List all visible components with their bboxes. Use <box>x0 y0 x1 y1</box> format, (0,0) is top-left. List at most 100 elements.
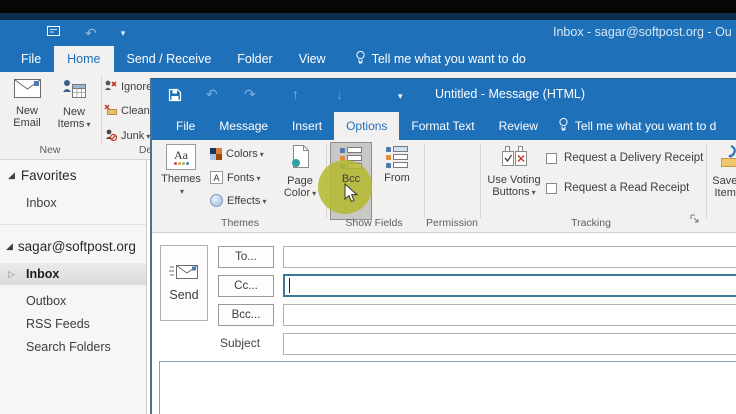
tab-options[interactable]: Options <box>334 112 400 140</box>
tab-home[interactable]: Home <box>54 46 114 72</box>
letterbox-bar <box>0 0 736 13</box>
undo-icon[interactable]: ↶ <box>206 86 218 102</box>
sidebar-item-outbox[interactable]: Outbox <box>26 294 66 308</box>
next-item-icon[interactable]: ↓ <box>336 86 343 102</box>
sidebar-item-inbox-selected[interactable]: ▷ Inbox <box>0 263 146 285</box>
save-sent-label-2: Item T <box>714 187 736 199</box>
message-form: Send To... Cc... Bcc... Subject <box>152 233 736 414</box>
ignore-icon <box>104 79 117 95</box>
junk-button[interactable]: Junk <box>104 128 150 144</box>
lightbulb-icon <box>558 117 569 135</box>
tab-insert[interactable]: Insert <box>280 112 334 140</box>
themes-label: Themes <box>161 173 201 185</box>
page-color-label-1: Page <box>287 175 313 187</box>
tab-folder[interactable]: Folder <box>224 46 285 72</box>
new-email-label-2: Email <box>13 117 41 129</box>
read-receipt-label: Request a Read Receipt <box>564 182 690 194</box>
send-label: Send <box>169 288 199 302</box>
undo-icon[interactable]: ↶ <box>85 26 97 40</box>
tab-send-receive[interactable]: Send / Receive <box>114 46 225 72</box>
colors-icon <box>210 148 222 160</box>
save-sent-label-1: Save S <box>712 175 736 187</box>
tab-format-text[interactable]: Format Text <box>399 112 486 140</box>
tell-me-box[interactable]: Tell me what you want to do <box>355 46 526 72</box>
to-button[interactable]: To... <box>218 246 274 268</box>
sidebar-item-rss-feeds[interactable]: RSS Feeds <box>26 317 90 331</box>
send-button[interactable]: Send <box>160 245 208 321</box>
tab-message[interactable]: Message <box>207 112 280 140</box>
favorites-header[interactable]: ◢ Favorites <box>8 168 76 183</box>
dialog-launcher-icon[interactable] <box>690 210 699 228</box>
checkbox-icon[interactable] <box>546 152 557 164</box>
group-label-themes: Themes <box>221 217 259 229</box>
tab-review[interactable]: Review <box>487 112 550 140</box>
new-email-label-1: New <box>15 105 38 117</box>
subject-label: Subject <box>220 336 261 350</box>
colors-button[interactable]: Colors <box>210 148 264 160</box>
send-envelope-icon <box>169 264 199 283</box>
main-window-title: Inbox - sagar@softpost.org - Ou <box>553 25 732 39</box>
sidebar-item-search-folders[interactable]: Search Folders <box>26 340 111 354</box>
subject-field[interactable] <box>283 333 736 355</box>
compose-titlebar: ↶ ↷ ↑ ↓ ▾ Untitled - Message (HTML) <box>152 79 736 112</box>
from-button[interactable]: From <box>376 142 418 220</box>
save-icon[interactable] <box>168 88 182 105</box>
group-label-permission: Permission <box>426 217 478 229</box>
tell-me-label: Tell me what you want to do <box>371 52 526 66</box>
use-voting-buttons-button[interactable]: Use Voting Buttons <box>486 142 542 220</box>
junk-icon <box>104 128 118 144</box>
titlebar-shadow <box>0 13 736 20</box>
from-label: From <box>384 172 410 184</box>
fonts-icon: A <box>210 171 223 184</box>
qat-customize-icon[interactable]: ▾ <box>121 28 126 39</box>
qat-customize-icon[interactable]: ▾ <box>398 88 403 104</box>
tab-file[interactable]: File <box>8 46 54 72</box>
to-field[interactable] <box>283 246 736 268</box>
delivery-receipt-checkbox[interactable]: Request a Delivery Receipt <box>546 152 703 164</box>
themes-icon: Aa <box>166 144 196 170</box>
tree-collapsed-icon[interactable]: ▷ <box>8 269 15 280</box>
tell-me-label: Tell me what you want to d <box>574 119 717 133</box>
account-header[interactable]: ◢ sagar@softpost.org <box>6 239 136 254</box>
fonts-button[interactable]: A Fonts <box>210 171 261 184</box>
lightbulb-icon <box>355 50 366 68</box>
ignore-label: Ignore <box>121 81 153 93</box>
group-label-tracking: Tracking <box>571 217 611 229</box>
from-icon <box>386 146 408 168</box>
voting-icon <box>501 145 528 171</box>
page-color-label-2: Color <box>284 187 316 200</box>
effects-label: Effects <box>227 195 266 207</box>
send-receive-qat-icon[interactable] <box>46 24 61 42</box>
cc-button[interactable]: Cc... <box>218 275 274 297</box>
outlook-screen: ↶ ▾ Inbox - sagar@softpost.org - Ou File… <box>0 0 736 414</box>
cc-field-focused[interactable] <box>283 274 736 297</box>
delivery-receipt-label: Request a Delivery Receipt <box>564 152 704 164</box>
new-items-button[interactable]: New Items <box>51 76 97 150</box>
bcc-field[interactable] <box>283 304 736 326</box>
redo-icon[interactable]: ↷ <box>244 86 256 102</box>
previous-item-icon[interactable]: ↑ <box>292 86 299 102</box>
group-label-new: New <box>39 144 61 156</box>
message-body-area[interactable] <box>159 361 736 414</box>
inbox-label: Inbox <box>26 267 60 281</box>
folder-pane: ◢ Favorites Inbox ◢ sagar@softpost.org ▷… <box>0 160 147 414</box>
tree-expanded-icon[interactable]: ◢ <box>6 241 13 252</box>
read-receipt-checkbox[interactable]: Request a Read Receipt <box>546 182 689 194</box>
new-email-button[interactable]: New Email <box>5 76 49 150</box>
tree-expanded-icon[interactable]: ◢ <box>8 170 15 181</box>
ignore-button[interactable]: Ignore <box>104 79 152 95</box>
sidebar-item-favorites-inbox[interactable]: Inbox <box>26 196 57 210</box>
effects-button[interactable]: Effects <box>210 194 266 207</box>
bcc-button-label: Bcc... <box>231 309 261 321</box>
tell-me-box[interactable]: Tell me what you want to d <box>558 112 716 140</box>
tab-file[interactable]: File <box>164 112 207 140</box>
page-color-button[interactable]: Page Color <box>276 142 324 220</box>
tab-view[interactable]: View <box>286 46 339 72</box>
themes-button[interactable]: Aa Themes <box>158 142 204 220</box>
bcc-button-form[interactable]: Bcc... <box>218 304 274 326</box>
ribbon-separator <box>101 76 102 145</box>
checkbox-icon[interactable] <box>546 182 557 194</box>
sidebar-divider <box>0 224 146 225</box>
junk-label: Junk <box>121 130 150 142</box>
save-sent-item-button[interactable]: Save S Item T <box>710 142 736 220</box>
